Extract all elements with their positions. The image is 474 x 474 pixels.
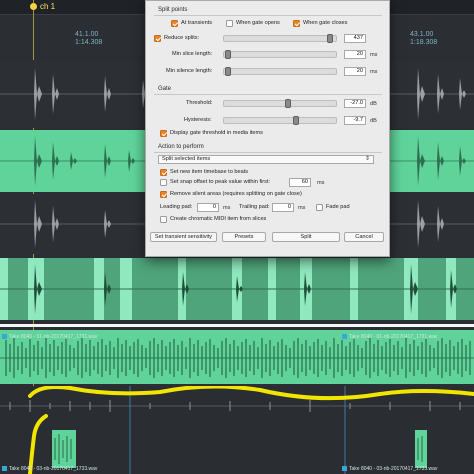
sliced-clip-right [415, 430, 427, 468]
snap-offset-checkbox[interactable] [160, 179, 167, 186]
snap-offset-unit: ms [317, 180, 325, 186]
take-label-2-right: Take 8040 - 03-nb-20170417_1733.wav [342, 466, 437, 472]
min-slice-length-label: Min slice length: [172, 51, 213, 57]
create-midi-label: Create chromatic MIDI item from slices [170, 216, 267, 222]
take-icon [342, 466, 347, 472]
hysteresis-slider[interactable] [223, 116, 337, 125]
remove-silent-label: Remove silent areas (requires splitting … [170, 191, 302, 197]
trailing-pad-label: Trailing pad: [239, 204, 270, 210]
arrange-view[interactable]: ch 1 41.1.00 1:14.308 43.1.00 1:18.308 T… [0, 0, 474, 474]
reduce-splits-slider-handle[interactable] [327, 34, 333, 43]
take-name: Take 8040 - 01-nb-20170417_1731.wav [349, 334, 438, 340]
threshold-field[interactable]: -27.0 [344, 99, 366, 108]
leading-pad-field[interactable]: 0 [197, 203, 219, 212]
snap-offset-field[interactable]: 60 [289, 178, 311, 187]
presets-button[interactable]: Presets [222, 232, 266, 242]
gate-divider [154, 94, 382, 95]
take-name: Take 8040 - 03-nb-20170417_1733.wav [349, 466, 438, 472]
when-gate-opens-checkbox[interactable] [226, 20, 233, 27]
dynamic-split-dialog: Split points At transients When gate ope… [145, 0, 390, 257]
position-label-right: 43.1.00 1:18.308 [410, 31, 437, 47]
fade-pad-checkbox[interactable] [316, 204, 323, 211]
position-beats-left: 41.1.00 [75, 31, 99, 38]
action-title: Action to perform [158, 144, 204, 150]
track-lane-3[interactable] [0, 386, 474, 474]
annotation-stroke-top [28, 386, 474, 401]
fade-pad-label: Fade pad [326, 204, 350, 210]
reduce-splits-checkbox[interactable] [154, 35, 161, 42]
reduce-splits-field[interactable]: 437 [344, 34, 366, 43]
cancel-button[interactable]: Cancel [344, 232, 384, 242]
set-transient-sensitivity-button[interactable]: Set transient sensitivity [150, 232, 217, 242]
action-select-value: Split selected items [162, 156, 211, 162]
track-lane-slices[interactable] [0, 258, 474, 320]
take-icon [2, 466, 7, 472]
display-threshold-checkbox[interactable] [160, 130, 167, 137]
remove-silent-checkbox[interactable] [160, 191, 167, 198]
take-label-1-right: Take 8040 - 01-nb-20170417_1731.wav [342, 334, 437, 340]
min-silence-length-field[interactable]: 20 [344, 67, 366, 76]
leading-pad-label: Leading pad: [160, 204, 193, 210]
action-divider [154, 152, 382, 153]
min-slice-length-handle[interactable] [225, 50, 231, 59]
threshold-slider-handle[interactable] [285, 99, 291, 108]
gate-title: Gate [158, 86, 172, 92]
display-threshold-label: Display gate threshold in media items [170, 130, 263, 136]
snap-offset-label: Set snap offset to peak value within fir… [170, 179, 271, 185]
split-points-divider [154, 15, 382, 16]
sliced-clip-left [52, 430, 76, 468]
min-slice-length-unit: ms [370, 52, 378, 58]
action-select[interactable]: Split selected items ⇕ [158, 155, 374, 164]
leading-pad-unit: ms [223, 205, 231, 211]
marker-label: ch 1 [40, 2, 56, 11]
sliced-items [0, 258, 474, 320]
at-transients-checkbox[interactable] [171, 20, 178, 27]
position-beats-right: 43.1.00 [410, 31, 434, 38]
min-silence-length-unit: ms [370, 69, 378, 75]
hysteresis-unit: dB [370, 118, 377, 124]
position-time-left: 1:14.308 [75, 39, 103, 46]
dropdown-arrows-icon: ⇕ [364, 156, 370, 162]
min-slice-length-slider[interactable] [223, 50, 337, 59]
min-silence-length-label: Min silence length: [166, 68, 213, 74]
trailing-pad-unit: ms [298, 205, 306, 211]
threshold-label: Threshold: [186, 100, 213, 106]
take-label-2-left: Take 8040 - 03-nb-20170417_1733.wav [2, 466, 97, 472]
reduce-splits-slider[interactable] [223, 34, 337, 43]
position-label-left: 41.1.00 1:14.308 [75, 31, 102, 47]
track-separator [0, 324, 474, 327]
take-icon [342, 334, 347, 340]
min-silence-length-slider[interactable] [223, 67, 337, 76]
hysteresis-slider-handle[interactable] [293, 116, 299, 125]
trailing-pad-field[interactable]: 0 [272, 203, 294, 212]
hysteresis-label: Hysteresis: [184, 117, 212, 123]
set-timebase-label: Set new item timebase to beats [170, 169, 249, 175]
take-icon [2, 334, 7, 340]
set-timebase-checkbox[interactable] [160, 169, 167, 176]
min-silence-length-handle[interactable] [225, 67, 231, 76]
waveform-sparse [0, 386, 474, 474]
when-gate-opens-label: When gate opens [236, 20, 280, 26]
reduce-splits-label: Reduce splits: [164, 35, 200, 41]
create-midi-checkbox[interactable] [160, 216, 167, 223]
when-gate-closes-label: When gate closes [303, 20, 348, 26]
threshold-unit: dB [370, 101, 377, 107]
take-label-1-left: Take 8040 - 01-nb-20170417_1731.wav [2, 334, 97, 340]
position-time-right: 1:18.308 [410, 39, 438, 46]
split-button[interactable]: Split [272, 232, 340, 242]
take-name: Take 8040 - 01-nb-20170417_1731.wav [9, 334, 98, 340]
hysteresis-field[interactable]: -9.7 [344, 116, 366, 125]
min-slice-length-field[interactable]: 20 [344, 50, 366, 59]
split-points-title: Split points [158, 7, 188, 13]
at-transients-label: At transients [181, 20, 213, 26]
when-gate-closes-checkbox[interactable] [293, 20, 300, 27]
take-name: Take 8040 - 03-nb-20170417_1733.wav [9, 466, 98, 472]
threshold-slider[interactable] [223, 99, 337, 108]
